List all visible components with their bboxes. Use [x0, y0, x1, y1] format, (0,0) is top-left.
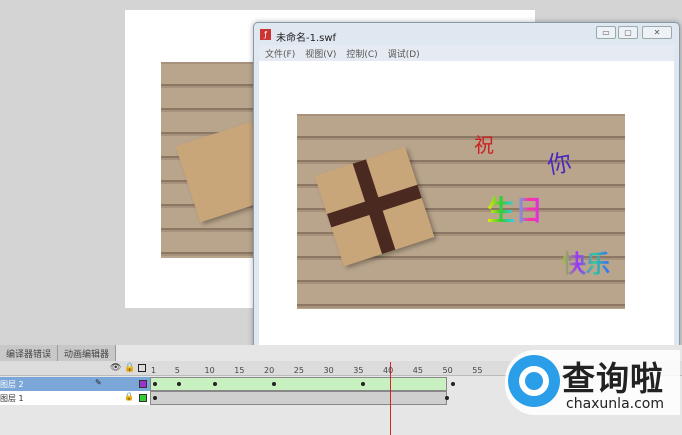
layer-color-swatch[interactable] [139, 394, 147, 402]
close-button[interactable]: ✕ [642, 26, 672, 39]
keyframe[interactable] [361, 382, 366, 386]
minimize-button[interactable]: ▭ [596, 26, 616, 39]
maximize-button[interactable]: ▢ [618, 26, 638, 39]
lock-icon[interactable]: 🔒 [124, 363, 135, 373]
ruler-tick-label: 35 [353, 366, 364, 375]
ruler-tick-label: 20 [264, 366, 275, 375]
swf-player-window: ƒ 未命名-1.swf ▭ ▢ ✕ 文件(F) 视图(V) 控制(C) 调试(D… [253, 22, 680, 362]
menu-file[interactable]: 文件(F) [265, 47, 295, 60]
watermark-brand: 查询啦 [562, 359, 664, 398]
panel-tabs: 编译器错误 动画编辑器 [0, 345, 117, 361]
keyframe[interactable] [450, 382, 455, 386]
ruler-tick-label: 15 [234, 366, 245, 375]
menu-control[interactable]: 控制(C) [346, 47, 377, 60]
menu-debug[interactable]: 调试(D) [388, 47, 420, 60]
eye-icon[interactable]: 👁 [110, 363, 121, 373]
animation-frame: 祝 你 生日 快乐 [297, 114, 625, 309]
stage-background-image [161, 62, 277, 258]
menu-view[interactable]: 视图(V) [305, 47, 336, 60]
tab-compiler-errors[interactable]: 编译器错误 [0, 345, 59, 361]
ruler-tick-label: 45 [412, 366, 423, 375]
menu-bar: 文件(F) 视图(V) 控制(C) 调试(D) [259, 45, 674, 61]
tab-motion-editor[interactable]: 动画编辑器 [58, 345, 117, 361]
layer-name: 图层 1 [0, 394, 24, 403]
layer-name: 图层 2 [0, 380, 24, 389]
lock-icon[interactable]: 🔒 [124, 392, 134, 401]
text-birthday: 生日 [487, 189, 543, 229]
window-title: 未命名-1.swf [276, 33, 337, 44]
ruler-tick-label: 5 [174, 366, 180, 375]
pencil-icon: ✎ [95, 378, 102, 387]
ruler-tick-label: 40 [383, 366, 394, 375]
text-happy: 快乐 [562, 244, 610, 279]
ruler-tick-label: 10 [204, 366, 215, 375]
keyframe[interactable] [212, 382, 217, 386]
layer-2-frames[interactable] [150, 377, 455, 391]
layer-color-swatch[interactable] [139, 380, 147, 388]
keyframe[interactable] [153, 382, 157, 386]
layer-row-1[interactable]: 图层 1 🔒 [0, 391, 150, 405]
watermark-url: chaxunla.com [566, 396, 664, 412]
ruler-tick-label: 1 [151, 366, 157, 375]
outline-icon[interactable] [138, 364, 146, 372]
layer-1-frames[interactable] [150, 391, 449, 405]
keyframe[interactable] [176, 382, 181, 386]
keyframe[interactable] [272, 382, 276, 386]
ruler-tick-label: 50 [442, 366, 453, 375]
watermark-logo-icon [508, 355, 560, 407]
flash-player-icon: ƒ [260, 29, 271, 40]
gift-box [314, 146, 435, 267]
swf-content: 祝 你 生日 快乐 [259, 61, 674, 356]
keyframe[interactable] [153, 396, 157, 400]
ruler-tick-label: 55 [472, 366, 483, 375]
text-zhu: 祝 [474, 133, 494, 157]
ruler-tick-label: 30 [323, 366, 334, 375]
ruler-tick-label: 25 [293, 366, 304, 375]
keyframe[interactable] [444, 396, 449, 400]
layer-row-2[interactable]: 图层 2 ✎ [0, 377, 150, 391]
text-ni: 你 [545, 148, 574, 180]
